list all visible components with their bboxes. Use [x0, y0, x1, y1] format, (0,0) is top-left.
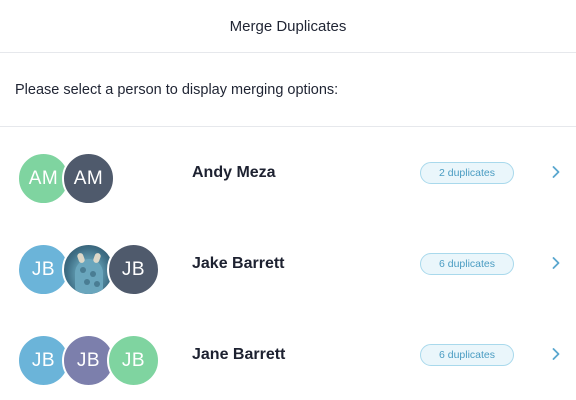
chevron-right-icon[interactable] [550, 166, 562, 178]
avatar-group: JB JB [17, 243, 187, 296]
duplicates-count: 2 duplicates [438, 167, 496, 179]
duplicates-badge: 2 duplicates [420, 162, 514, 184]
avatar-group: JB JB JB [17, 334, 187, 387]
chevron-right-icon[interactable] [550, 348, 562, 360]
avatar: JB [107, 334, 160, 387]
person-name: Jake Barrett [192, 254, 285, 272]
person-row-andy-meza[interactable]: AM AM Andy Meza 2 duplicates [0, 127, 576, 218]
avatar-initials: JB [31, 349, 56, 371]
avatar-group: AM AM [17, 152, 187, 205]
duplicates-count: 6 duplicates [438, 349, 496, 361]
avatar-initials: JB [121, 258, 146, 280]
avatar-initials: JB [76, 349, 101, 371]
person-list: AM AM Andy Meza 2 duplicates JB JB Jake … [0, 127, 576, 400]
instruction-section: Please select a person to display mergin… [0, 53, 576, 127]
title-bar: Merge Duplicates [0, 0, 576, 53]
monster-photo [64, 245, 113, 294]
chevron-right-icon[interactable] [550, 257, 562, 269]
page-title: Merge Duplicates [229, 17, 347, 35]
avatar-initials: JB [31, 258, 56, 280]
instruction-text: Please select a person to display mergin… [15, 81, 339, 98]
person-row-jake-barrett[interactable]: JB JB Jake Barrett 6 duplicates [0, 218, 576, 309]
person-name: Jane Barrett [192, 345, 286, 363]
avatar: JB [107, 243, 160, 296]
duplicates-badge: 6 duplicates [420, 344, 514, 366]
avatar-initials: AM [28, 167, 59, 189]
avatar: AM [62, 152, 115, 205]
person-name: Andy Meza [192, 163, 276, 181]
avatar-initials: JB [121, 349, 146, 371]
person-row-jane-barrett[interactable]: JB JB JB Jane Barrett 6 duplicates [0, 309, 576, 400]
duplicates-count: 6 duplicates [438, 258, 496, 270]
duplicates-badge: 6 duplicates [420, 253, 514, 275]
avatar-initials: AM [73, 167, 104, 189]
